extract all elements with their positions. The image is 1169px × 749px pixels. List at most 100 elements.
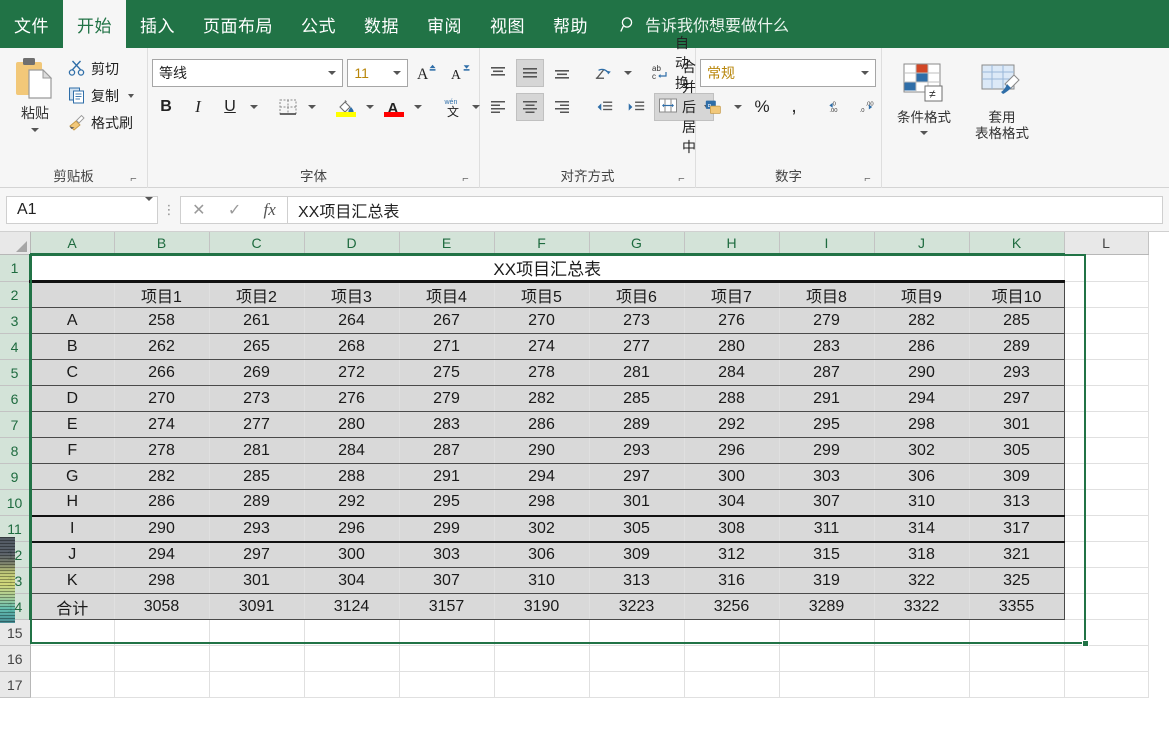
row-header-2[interactable]: 2 [0,281,31,308]
table-cell[interactable]: 280 [304,411,400,438]
table-cell[interactable]: 289 [969,333,1065,360]
column-header-j[interactable]: J [874,232,970,255]
orientation-dropdown-icon[interactable] [624,71,632,75]
table-cell[interactable]: 286 [114,489,210,517]
table-cell[interactable]: 283 [779,333,875,360]
empty-cell[interactable] [304,671,400,698]
cell-l11[interactable] [1064,515,1149,542]
table-cell[interactable]: 277 [209,411,305,438]
formula-bar-grip[interactable]: ⋮ [158,202,180,218]
cell-l12[interactable] [1064,541,1149,568]
font-dialog-launcher[interactable]: ⌐ [460,174,471,185]
total-row-cell[interactable]: 3157 [399,593,495,620]
row-header-3[interactable]: 3 [0,307,31,334]
table-header-cell[interactable]: 项目5 [494,281,590,308]
cell-l6[interactable] [1064,385,1149,412]
table-cell[interactable]: 303 [779,463,875,490]
total-row-cell[interactable]: 3223 [589,593,685,620]
total-row-cell[interactable]: 3190 [494,593,590,620]
column-header-l[interactable]: L [1064,232,1149,255]
table-cell[interactable]: 315 [779,541,875,568]
table-cell[interactable]: 306 [494,541,590,568]
row-header-6[interactable]: 6 [0,385,31,412]
table-cell[interactable]: 297 [209,541,305,568]
table-cell[interactable]: 322 [874,567,970,594]
row-header-8[interactable]: 8 [0,437,31,464]
table-cell[interactable]: 312 [684,541,780,568]
empty-cell[interactable] [209,671,305,698]
chevron-down-icon[interactable] [920,130,928,135]
total-row-cell[interactable]: 3289 [779,593,875,620]
percent-style-button[interactable]: % [748,93,776,121]
column-header-d[interactable]: D [304,232,400,255]
table-cell[interactable]: 317 [969,515,1065,543]
table-cell[interactable]: 268 [304,333,400,360]
align-middle-button[interactable] [516,59,544,87]
table-cell[interactable]: 306 [874,463,970,490]
table-cell[interactable]: 283 [399,411,495,438]
formula-input[interactable]: XX项目汇总表 [288,195,1163,224]
table-cell[interactable]: 309 [589,541,685,568]
table-header-cell[interactable]: 项目6 [589,281,685,308]
table-cell[interactable]: 278 [114,437,210,464]
empty-cell[interactable] [209,619,305,646]
table-cell[interactable]: 287 [779,359,875,386]
table-header-cell[interactable]: 项目8 [779,281,875,308]
row-header-1[interactable]: 1 [0,254,31,282]
insert-function-icon[interactable]: fx [264,200,276,220]
empty-cell[interactable] [30,645,115,672]
tell-me-box[interactable]: 告诉我你想要做什么 [602,0,799,48]
empty-cell[interactable] [874,645,970,672]
table-cell[interactable]: 307 [779,489,875,517]
align-center-button[interactable] [516,93,544,121]
chevron-down-icon[interactable] [145,196,153,219]
table-cell[interactable]: 316 [684,567,780,594]
table-cell[interactable]: 296 [304,515,400,543]
table-cell[interactable]: 291 [399,463,495,490]
column-header-a[interactable]: A [30,232,115,255]
cell-a1-title[interactable]: XX项目汇总表 [30,254,1065,283]
table-cell[interactable]: 292 [684,411,780,438]
format-painter-button[interactable]: 格式刷 [66,110,143,136]
column-header-c[interactable]: C [209,232,305,255]
table-cell[interactable]: 278 [494,359,590,386]
table-cell[interactable]: 287 [399,437,495,464]
table-cell[interactable]: B [29,333,115,360]
table-cell[interactable]: 274 [114,411,210,438]
table-cell[interactable]: 274 [494,333,590,360]
phonetic-guide-button[interactable]: wén 文 [438,93,466,121]
column-header-b[interactable]: B [114,232,210,255]
total-row-cell[interactable]: 3256 [684,593,780,620]
table-cell[interactable]: 285 [209,463,305,490]
cancel-edit-icon[interactable]: ✕ [192,200,205,220]
table-cell[interactable]: 301 [969,411,1065,438]
empty-cell[interactable] [114,671,210,698]
row-header-7[interactable]: 7 [0,411,31,438]
empty-cell[interactable] [589,619,685,646]
table-cell[interactable]: 301 [209,567,305,594]
copy-dropdown-icon[interactable] [128,94,134,98]
total-row-cell[interactable]: 3091 [209,593,305,620]
table-cell[interactable]: 302 [874,437,970,464]
chevron-down-icon[interactable] [389,71,405,75]
empty-cell[interactable] [589,645,685,672]
empty-cell[interactable] [494,671,590,698]
ribbon-tab-file[interactable]: 文件 [0,0,63,48]
empty-cell[interactable] [494,619,590,646]
table-cell[interactable]: D [29,385,115,412]
table-cell[interactable]: E [29,411,115,438]
empty-cell[interactable] [779,619,875,646]
column-header-i[interactable]: I [779,232,875,255]
table-cell[interactable]: I [29,515,115,543]
empty-cell[interactable] [684,671,780,698]
row-header-5[interactable]: 5 [0,359,31,386]
table-cell[interactable]: C [29,359,115,386]
empty-cell[interactable] [874,671,970,698]
borders-button[interactable] [274,93,302,121]
cell-l9[interactable] [1064,463,1149,490]
table-cell[interactable]: 300 [304,541,400,568]
table-cell[interactable]: 294 [114,541,210,568]
font-size-combo[interactable]: 11 [347,59,409,87]
empty-cell[interactable] [114,619,210,646]
table-cell[interactable]: 282 [114,463,210,490]
